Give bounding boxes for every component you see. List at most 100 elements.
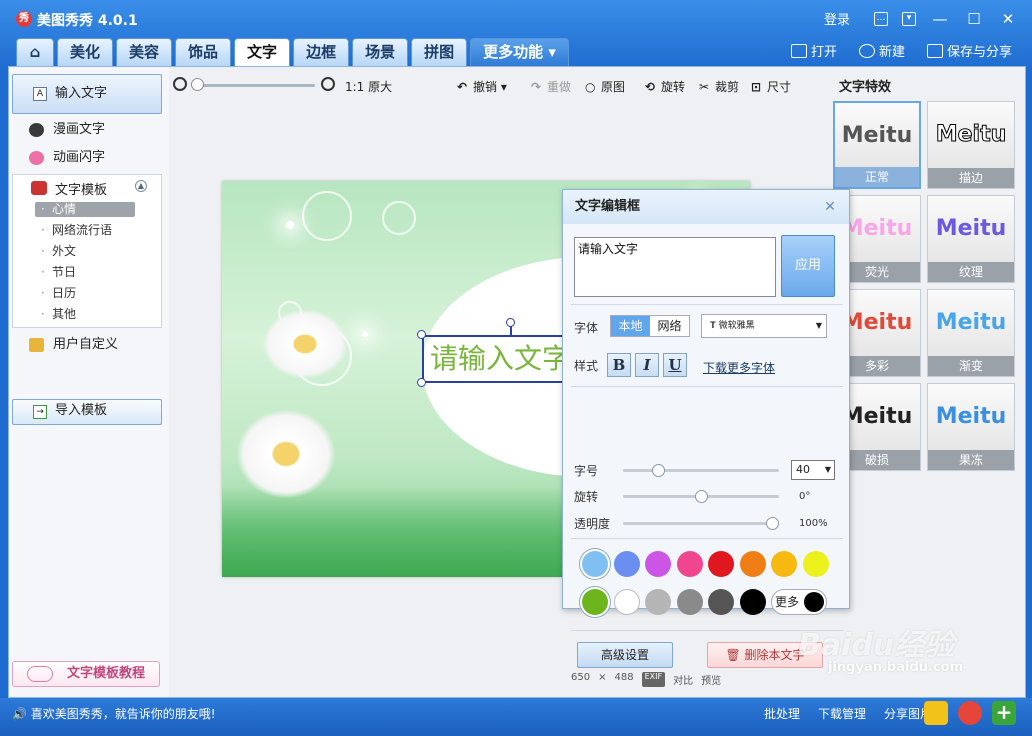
- animated-text-item[interactable]: 动画闪字: [29, 148, 105, 168]
- color-swatch[interactable]: [582, 589, 608, 615]
- template-header[interactable]: 文字模板: [31, 179, 107, 198]
- color-swatch[interactable]: [676, 589, 703, 615]
- star-icon[interactable]: [924, 701, 948, 725]
- comic-text-item[interactable]: 漫画文字: [29, 120, 105, 140]
- font-family-select[interactable]: 𝐓 微软雅黑 ▼: [701, 314, 827, 338]
- font-size-slider-thumb[interactable]: [651, 464, 665, 477]
- download-manager-button[interactable]: 下载管理: [818, 705, 866, 722]
- advanced-settings-button[interactable]: 高级设置: [577, 642, 673, 668]
- rotate-handle[interactable]: [506, 318, 515, 327]
- color-swatch[interactable]: [676, 551, 703, 577]
- color-swatch[interactable]: [613, 551, 640, 577]
- bold-button[interactable]: B: [607, 353, 631, 377]
- editor-toolbar: 1:1 原大 ↶ 撤销 ▾ ↷ 重做 ○ 原图 ⟲ 旋转 ✂ 裁剪 ⊡ 尺寸: [169, 75, 829, 97]
- resize-handle-top-left[interactable]: [417, 330, 426, 339]
- collapse-icon[interactable]: ▲: [135, 180, 147, 192]
- rotate-slider-thumb[interactable]: [694, 490, 708, 503]
- font-size-slider[interactable]: [623, 464, 779, 477]
- template-item-foreign[interactable]: 外文: [35, 244, 135, 259]
- original-size-button[interactable]: 1:1 原大: [345, 78, 392, 95]
- close-icon[interactable]: ✕: [823, 200, 837, 214]
- tab-decorations[interactable]: 饰品: [175, 38, 232, 66]
- underline-button[interactable]: U: [663, 353, 687, 377]
- compare-button[interactable]: 对比: [673, 672, 693, 687]
- preview-button[interactable]: 预览: [701, 672, 721, 687]
- zoom-slider[interactable]: [195, 84, 315, 87]
- apply-button[interactable]: 应用: [781, 235, 835, 297]
- import-template-button[interactable]: → 导入模板: [12, 399, 162, 425]
- template-item-holidays[interactable]: 节日: [35, 265, 135, 280]
- resize-button[interactable]: ⊡ 尺寸: [751, 78, 791, 95]
- tab-beauty[interactable]: 美容: [116, 38, 173, 66]
- zoom-out-icon[interactable]: [173, 77, 187, 91]
- effect-card[interactable]: Meitu 正常: [833, 101, 921, 189]
- tab-more-features[interactable]: 更多功能 ▾: [470, 38, 569, 66]
- text-content-field[interactable]: 请输入文字: [574, 237, 776, 297]
- maximize-button[interactable]: ☐: [964, 11, 984, 27]
- text-object[interactable]: 请输入文字: [422, 335, 582, 383]
- app-title: 美图秀秀 4.0.1: [37, 13, 138, 29]
- font-web-tab[interactable]: 网络: [650, 316, 689, 336]
- opacity-slider[interactable]: [623, 517, 779, 530]
- rotate-slider[interactable]: [623, 490, 779, 503]
- tab-beautify[interactable]: 美化: [57, 38, 114, 66]
- input-text-button[interactable]: A 输入文字: [12, 74, 162, 114]
- rotate-button[interactable]: ⟲ 旋转: [645, 78, 685, 95]
- crop-button[interactable]: ✂ 裁剪: [699, 78, 739, 95]
- italic-button[interactable]: I: [635, 353, 659, 377]
- add-icon[interactable]: +: [992, 701, 1016, 725]
- menu-icon[interactable]: ▾: [902, 11, 916, 26]
- color-swatch[interactable]: [771, 551, 797, 577]
- login-link[interactable]: 登录: [824, 9, 850, 28]
- color-swatch[interactable]: [802, 551, 829, 577]
- tab-scenes[interactable]: 场景: [352, 38, 409, 66]
- template-item-calendar[interactable]: 日历: [35, 286, 135, 301]
- open-button[interactable]: 打开: [790, 41, 837, 60]
- tab-frames[interactable]: 边框: [293, 38, 350, 66]
- batch-process-button[interactable]: 批处理: [764, 705, 800, 722]
- effect-card[interactable]: Meitu 描边: [927, 101, 1015, 189]
- effect-card[interactable]: Meitu 渐变: [927, 289, 1015, 377]
- template-item-mood[interactable]: 心情: [35, 202, 135, 217]
- zoom-slider-thumb[interactable]: [191, 78, 204, 91]
- undo-button[interactable]: ↶ 撤销 ▾: [457, 78, 507, 95]
- custom-template-item[interactable]: 用户自定义: [29, 335, 118, 355]
- color-swatch[interactable]: [739, 589, 766, 615]
- weibo-icon[interactable]: [958, 701, 982, 725]
- effect-card[interactable]: Meitu 纹理: [927, 195, 1015, 283]
- original-image-button[interactable]: ○ 原图: [585, 78, 625, 95]
- color-swatch[interactable]: [739, 551, 766, 577]
- effect-card[interactable]: Meitu 果冻: [927, 383, 1015, 471]
- resize-handle-bottom-left[interactable]: [417, 378, 426, 387]
- title-bar: 秀 美图秀秀 4.0.1 登录 … ▾ — ☐ ✕: [0, 0, 1032, 38]
- color-swatch[interactable]: [645, 551, 671, 577]
- redo-button[interactable]: ↷ 重做: [531, 78, 571, 95]
- color-swatch[interactable]: [582, 551, 608, 577]
- undo-dropdown-icon[interactable]: ▾: [501, 80, 507, 94]
- color-swatch[interactable]: [708, 589, 734, 615]
- zoom-in-icon[interactable]: [321, 77, 335, 91]
- tab-collage[interactable]: 拼图: [411, 38, 468, 66]
- tab-home[interactable]: ⌂: [16, 38, 54, 66]
- home-icon: ⌂: [29, 43, 41, 61]
- font-local-tab[interactable]: 本地: [611, 316, 650, 336]
- color-swatch[interactable]: [645, 589, 671, 615]
- close-button[interactable]: ✕: [998, 11, 1018, 27]
- color-swatch[interactable]: [708, 551, 734, 577]
- speech-bubble-icon: [29, 123, 44, 137]
- template-item-other[interactable]: 其他: [35, 307, 135, 322]
- exif-badge[interactable]: EXIF: [641, 672, 666, 687]
- more-colors-button[interactable]: 更多: [771, 589, 827, 615]
- template-tutorial-button[interactable]: 文字模板教程: [12, 661, 160, 687]
- new-button[interactable]: 新建: [858, 41, 905, 60]
- color-swatch[interactable]: [613, 589, 640, 615]
- download-fonts-link[interactable]: 下载更多字体: [703, 359, 775, 376]
- template-item-internet-slang[interactable]: 网络流行语: [35, 223, 135, 238]
- minimize-button[interactable]: —: [930, 11, 950, 27]
- font-size-select[interactable]: 40 ▼: [791, 460, 835, 480]
- save-share-button[interactable]: 保存与分享: [926, 41, 1012, 60]
- tab-text[interactable]: 文字: [234, 38, 291, 66]
- opacity-slider-thumb[interactable]: [766, 517, 779, 530]
- feedback-icon[interactable]: …: [874, 11, 888, 26]
- crop-label: 裁剪: [715, 80, 740, 94]
